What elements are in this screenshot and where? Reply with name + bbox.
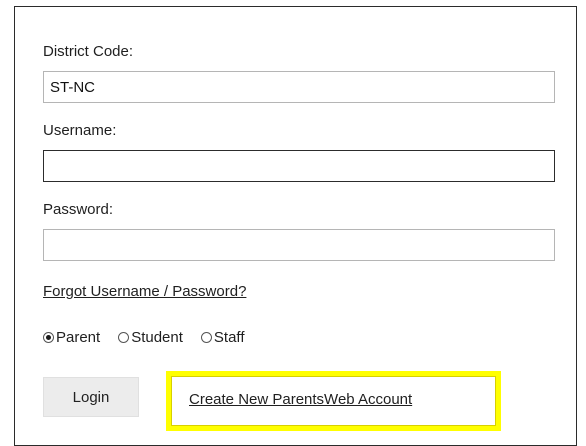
- create-account-link[interactable]: Create New ParentsWeb Account: [189, 391, 412, 408]
- district-code-label: District Code:: [43, 43, 134, 60]
- role-option-parent[interactable]: Parent: [43, 329, 100, 346]
- username-label: Username:: [43, 122, 117, 139]
- district-code-input[interactable]: [43, 71, 555, 103]
- student-label: Student: [131, 329, 183, 346]
- staff-radio[interactable]: [200, 332, 212, 343]
- parent-radio[interactable]: [43, 332, 54, 343]
- role-radio-group: Parent Student Staff: [43, 329, 263, 346]
- forgot-credentials-link[interactable]: Forgot Username / Password?: [43, 283, 246, 300]
- login-panel: District Code: Username: Password: Forgo…: [14, 6, 577, 446]
- username-input[interactable]: [43, 150, 555, 182]
- role-option-staff[interactable]: Staff: [200, 329, 245, 346]
- password-label: Password:: [43, 201, 114, 218]
- student-radio[interactable]: [118, 332, 130, 343]
- login-button[interactable]: Login: [43, 377, 139, 417]
- role-option-student[interactable]: Student: [118, 329, 183, 346]
- password-input[interactable]: [43, 229, 555, 261]
- parent-label: Parent: [56, 329, 101, 346]
- staff-label: Staff: [213, 329, 245, 346]
